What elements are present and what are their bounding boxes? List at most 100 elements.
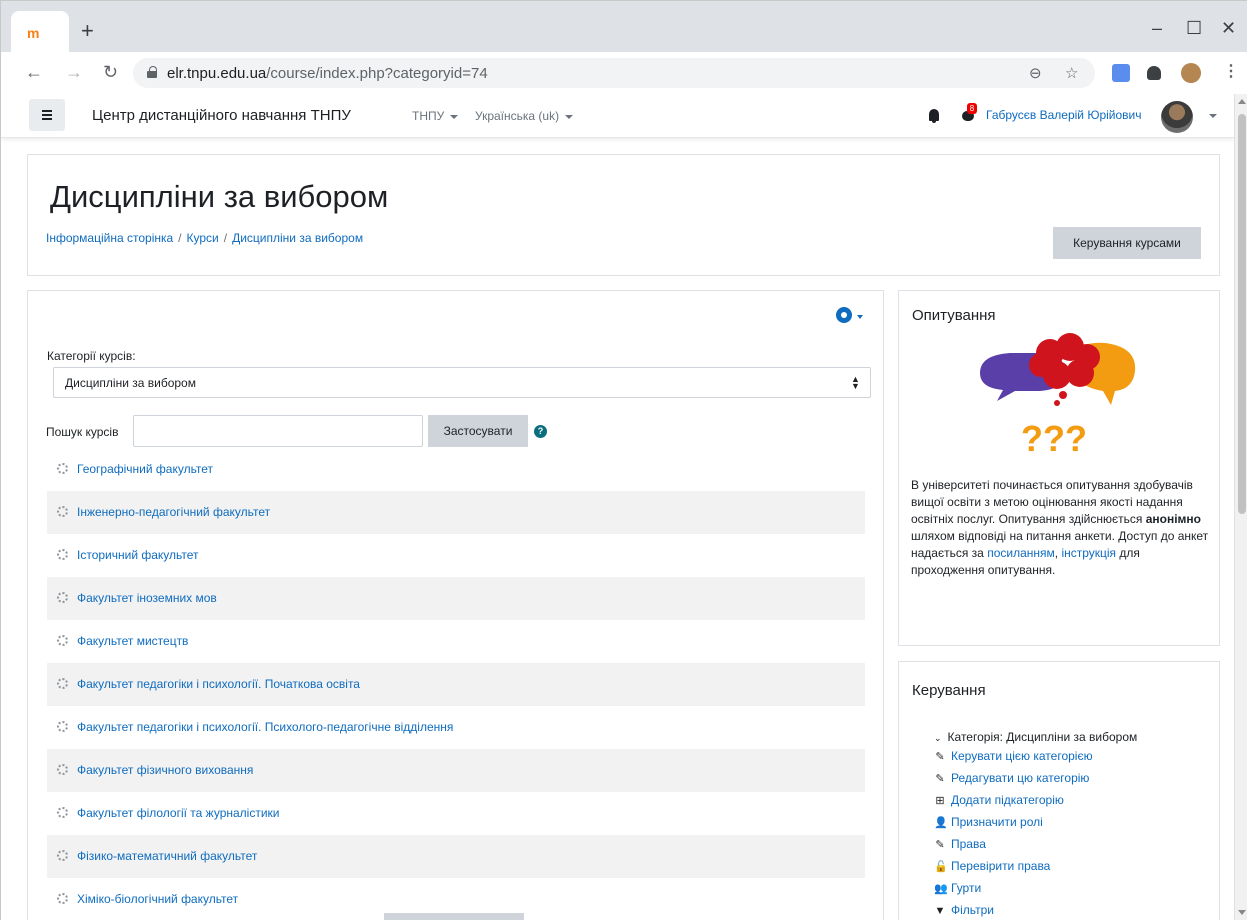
pager-button[interactable] — [384, 913, 524, 920]
list-item[interactable]: Факультет педагогіки і психології. Почат… — [47, 663, 865, 706]
survey-link[interactable]: посиланням — [987, 546, 1055, 560]
manage-courses-button[interactable]: Керування курсами — [1053, 227, 1201, 259]
select-arrows-icon: ▲ ▼ — [851, 374, 860, 391]
forward-button[interactable]: → — [65, 62, 83, 82]
search-label: Пошук курсів — [46, 425, 119, 439]
page-title: Дисципліни за вибором — [50, 179, 389, 214]
scrollbar-thumb[interactable] — [1238, 114, 1246, 514]
admin-block: Керування ⌄ Категорія: Дисципліни за вибо… — [898, 661, 1220, 920]
admin-item-add-subcategory[interactable]: ⊞ Додати підкатегорію — [934, 793, 1137, 815]
lock-icon[interactable] — [147, 66, 157, 78]
admin-item-filters[interactable]: ▼ Фільтри — [934, 903, 1137, 920]
user-name[interactable]: Габрусєв Валерій Юрійович — [986, 108, 1142, 122]
category-list: Географічний факультет Інженерно-педагог… — [47, 448, 865, 920]
breadcrumb-separator: / — [223, 231, 228, 245]
chevron-down-icon[interactable] — [857, 315, 863, 319]
category-link[interactable]: Фізико-математичний факультет — [77, 849, 257, 863]
drawer-toggle-button[interactable] — [29, 99, 65, 131]
admin-block-title: Керування — [912, 682, 986, 699]
admin-root-node[interactable]: ⌄ Категорія: Дисципліни за вибором — [934, 730, 1137, 744]
category-link[interactable]: Факультет філології та журналістики — [77, 806, 280, 820]
category-link[interactable]: Хіміко-біологічний факультет — [77, 892, 238, 906]
user-menu-chevron-icon[interactable] — [1209, 114, 1217, 118]
breadcrumb-courses[interactable]: Курси — [187, 231, 219, 245]
main-content: Категорії курсів: Дисципліни за вибором … — [27, 290, 884, 920]
category-select[interactable]: Дисципліни за вибором ▲ ▼ — [53, 367, 871, 398]
unlock-icon: 🔓 — [934, 861, 948, 873]
category-icon — [57, 850, 68, 861]
gear-icon[interactable] — [836, 307, 852, 323]
list-item[interactable]: Факультет педагогіки і психології. Психо… — [47, 706, 865, 749]
browser-tab[interactable]: m — [11, 11, 69, 53]
chevron-down-icon[interactable]: ⌄ — [934, 733, 942, 744]
admin-item-label: Перевірити права — [951, 859, 1051, 873]
list-item[interactable]: Історичний факультет — [47, 534, 865, 577]
profile-icon[interactable] — [1181, 63, 1201, 83]
search-input[interactable] — [133, 415, 423, 447]
admin-item-label: Редагувати цю категорію — [951, 771, 1090, 785]
speech-bubbles-image: ??? — [980, 333, 1136, 458]
help-icon[interactable]: ? — [534, 425, 547, 438]
category-icon — [57, 764, 68, 775]
category-select-value: Дисципліни за вибором — [65, 376, 196, 390]
scroll-down-icon[interactable] — [1238, 910, 1246, 915]
minimize-button[interactable]: – — [1152, 19, 1162, 37]
chevron-down-icon — [565, 114, 574, 119]
category-link[interactable]: Факультет іноземних мов — [77, 591, 217, 605]
menu-tnpu[interactable]: ТНПУ — [412, 109, 459, 123]
new-tab-button[interactable]: + — [81, 20, 94, 42]
reload-button[interactable]: ↻ — [103, 62, 118, 82]
question-marks-art: ??? — [1021, 418, 1087, 458]
admin-item-edit-category[interactable]: ✎ Редагувати цю категорію — [934, 771, 1137, 793]
category-link[interactable]: Факультет фізичного виховання — [77, 763, 253, 777]
message-count-badge: 8 — [967, 103, 977, 114]
admin-item-assign-roles[interactable]: 👤 Призначити ролі — [934, 815, 1137, 837]
category-link[interactable]: Інженерно-педагогічний факультет — [77, 505, 270, 519]
admin-root-label: Категорія: Дисципліни за вибором — [947, 730, 1138, 744]
scroll-up-icon[interactable] — [1238, 99, 1246, 104]
site-name[interactable]: Центр дистанційного навчання ТНПУ — [92, 107, 351, 124]
list-item[interactable]: Факультет фізичного виховання — [47, 749, 865, 792]
list-item[interactable]: Факультет філології та журналістики — [47, 792, 865, 835]
category-link[interactable]: Факультет педагогіки і психології. Почат… — [77, 677, 360, 691]
admin-tree: ⌄ Категорія: Дисципліни за вибором ✎ Керув… — [934, 730, 1137, 920]
list-item[interactable]: Географічний факультет — [47, 448, 865, 491]
close-window-button[interactable]: ✕ — [1221, 19, 1236, 37]
admin-item-permissions[interactable]: ✎ Права — [934, 837, 1137, 859]
language-menu[interactable]: Українська (uk) — [475, 109, 574, 123]
avatar[interactable] — [1161, 101, 1193, 133]
page-header: Дисципліни за вибором Інформаційна сторі… — [27, 154, 1220, 276]
page-scrollbar[interactable] — [1234, 94, 1247, 920]
list-item[interactable]: Фізико-математичний факультет — [47, 835, 865, 878]
admin-item-label: Фільтри — [951, 903, 994, 917]
back-button[interactable]: ← — [25, 62, 43, 82]
users-icon: 👥 — [934, 883, 948, 895]
list-item[interactable]: Факультет іноземних мов — [47, 577, 865, 620]
admin-item-manage-category[interactable]: ✎ Керувати цією категорією — [934, 749, 1137, 771]
survey-block: Опитування ??? В університеті починаєтьс… — [898, 290, 1220, 646]
category-link[interactable]: Факультет педагогіки і психології. Психо… — [77, 720, 453, 734]
instruction-link[interactable]: інструкція — [1061, 546, 1116, 560]
bell-icon[interactable] — [929, 109, 939, 123]
category-link[interactable]: Історичний факультет — [77, 548, 198, 562]
translate-icon[interactable] — [1112, 64, 1130, 82]
list-item[interactable]: Інженерно-педагогічний факультет — [47, 491, 865, 534]
category-link[interactable]: Факультет мистецтв — [77, 634, 188, 648]
star-icon[interactable]: ☆ — [1065, 64, 1078, 82]
admin-item-cohorts[interactable]: 👥 Гурти — [934, 881, 1137, 903]
url-text[interactable]: elr.tnpu.edu.ua/course/index.php?categor… — [167, 65, 488, 82]
breadcrumb-home[interactable]: Інформаційна сторінка — [46, 231, 173, 245]
category-icon — [57, 635, 68, 646]
admin-item-check-permissions[interactable]: 🔓 Перевірити права — [934, 859, 1137, 881]
list-item[interactable]: Факультет мистецтв — [47, 620, 865, 663]
maximize-button[interactable]: ☐ — [1186, 19, 1202, 37]
breadcrumb-current[interactable]: Дисципліни за вибором — [232, 231, 363, 245]
extensions-icon[interactable] — [1147, 66, 1161, 80]
breadcrumb: Інформаційна сторінка / Курси / Дисципліни з… — [46, 231, 363, 245]
chevron-down-icon — [450, 114, 459, 119]
category-link[interactable]: Географічний факультет — [77, 462, 213, 476]
apply-button[interactable]: Застосувати — [428, 415, 528, 447]
zoom-icon[interactable]: ⊖ — [1029, 64, 1042, 82]
browser-menu-icon[interactable]: ⋮ — [1223, 63, 1239, 81]
address-bar[interactable]: elr.tnpu.edu.ua/course/index.php?categor… — [133, 58, 1095, 88]
